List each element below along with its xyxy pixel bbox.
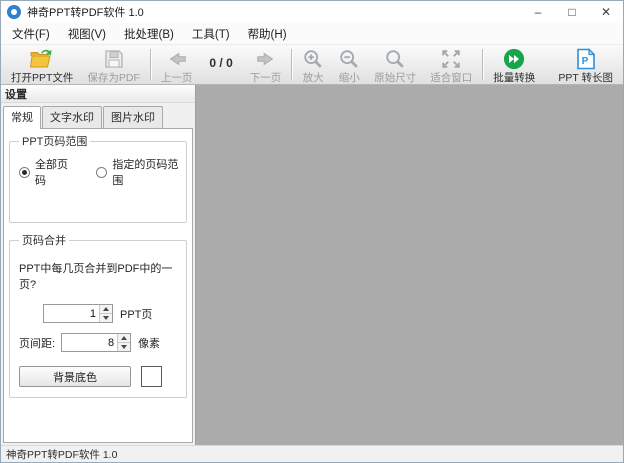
background-color-row: 背景底色 (19, 366, 179, 387)
page-merge-legend: 页码合并 (22, 235, 66, 247)
page-spacing-label: 页间距: (19, 337, 56, 350)
spacing-unit-label: 像素 (138, 337, 161, 350)
pages-per-sheet-spinner (43, 304, 113, 323)
page-spacing-input[interactable] (62, 334, 118, 351)
spin-up-icon (121, 336, 128, 340)
menu-file[interactable]: 文件(F) (3, 23, 59, 44)
toolbar-separator (291, 49, 293, 80)
original-size-label: 原始尺寸 (374, 72, 417, 84)
ppt-long-image-label: PPT 转长图 (558, 72, 613, 84)
menu-tools[interactable]: 工具(T) (183, 23, 239, 44)
page-range-group: PPT页码范围 全部页码 指定的页码范围 (9, 133, 187, 223)
radio-specified-range-label: 指定的页码范围 (112, 159, 179, 187)
close-icon: ✕ (600, 5, 612, 19)
svg-text:P: P (581, 56, 588, 67)
tab-content-general: PPT页码范围 全部页码 指定的页码范围 页码合并 PPT中每几页合并到PDF中… (3, 128, 193, 443)
batch-convert-icon (503, 48, 525, 70)
spin-down-button[interactable] (118, 342, 131, 351)
zoom-in-label: 放大 (302, 72, 324, 84)
save-pdf-button[interactable]: 保存为PDF (80, 45, 147, 84)
toolbar-separator (482, 49, 484, 80)
status-text: 神奇PPT转PDF软件 1.0 (6, 449, 118, 461)
zoom-in-button[interactable]: 放大 (295, 45, 331, 84)
spin-up-button[interactable] (100, 305, 112, 313)
batch-convert-button[interactable]: 批量转换 (486, 45, 542, 84)
main-area: 设置 常规 文字水印 图片水印 PPT页码范围 全部页码 指定的页码范围 页码合… (1, 85, 623, 445)
radio-checked-icon (19, 166, 30, 178)
zoom-out-icon (338, 48, 360, 70)
next-page-button[interactable]: 下一页 (243, 45, 289, 84)
fit-window-button[interactable]: 适合窗口 (423, 45, 479, 84)
page-merge-group: 页码合并 PPT中每几页合并到PDF中的一页? PPT页 (9, 232, 187, 398)
maximize-button[interactable]: □ (555, 1, 589, 23)
spin-up-icon (103, 307, 109, 311)
open-ppt-button[interactable]: 打开PPT文件 (4, 45, 80, 84)
zoom-out-button[interactable]: 缩小 (331, 45, 367, 84)
merge-question-label: PPT中每几页合并到PDF中的一页? (19, 263, 173, 291)
tab-text-watermark[interactable]: 文字水印 (42, 106, 102, 128)
ppt-to-long-image-button[interactable]: P PPT 转长图 (551, 45, 620, 84)
settings-tabs: 常规 文字水印 图片水印 (1, 103, 195, 129)
page-range-legend: PPT页码范围 (22, 136, 88, 148)
page-spacing-row: 页间距: 像素 (19, 333, 179, 352)
radio-unchecked-icon (96, 166, 108, 178)
app-icon (7, 5, 21, 19)
radio-all-pages[interactable]: 全部页码 (19, 156, 72, 188)
maximize-icon: □ (568, 5, 576, 19)
tab-general[interactable]: 常规 (3, 106, 41, 129)
page-counter: 0 / 0 (209, 56, 233, 70)
open-ppt-label: 打开PPT文件 (11, 72, 74, 84)
zoom-in-icon (302, 48, 324, 70)
pages-per-sheet-row: PPT页 (43, 304, 179, 323)
background-color-button[interactable]: 背景底色 (19, 366, 131, 387)
prev-page-label: 上一页 (160, 72, 193, 84)
menu-view[interactable]: 视图(V) (59, 23, 115, 44)
fit-window-icon (440, 48, 462, 70)
radio-specified-range[interactable]: 指定的页码范围 (96, 156, 179, 188)
settings-panel-title: 设置 (1, 85, 195, 103)
status-bar: 神奇PPT转PDF软件 1.0 (1, 445, 623, 462)
fit-window-label: 适合窗口 (430, 72, 473, 84)
menu-help[interactable]: 帮助(H) (239, 23, 296, 44)
spin-down-button[interactable] (100, 313, 112, 322)
menu-bar: 文件(F) 视图(V) 批处理(B) 工具(T) 帮助(H) (1, 23, 623, 45)
next-page-label: 下一页 (249, 72, 282, 84)
save-pdf-label: 保存为PDF (87, 72, 140, 84)
minimize-button[interactable]: – (521, 1, 555, 23)
spinner-buttons (99, 305, 112, 322)
pages-unit-label: PPT页 (120, 308, 153, 321)
toolbar-separator (149, 49, 151, 80)
zoom-out-label: 缩小 (338, 72, 360, 84)
menu-batch[interactable]: 批处理(B) (115, 23, 183, 44)
toolbar: 打开PPT文件 保存为PDF 上一页 0 / 0 下一页 放大 缩小 原始尺寸 … (1, 45, 623, 85)
ppt-long-image-icon: P (576, 48, 596, 70)
spinner-buttons (117, 334, 131, 351)
pages-per-sheet-input[interactable] (44, 305, 99, 322)
save-floppy-icon (103, 48, 125, 70)
original-size-icon (384, 48, 406, 70)
app-window: 神奇PPT转PDF软件 1.0 – □ ✕ 文件(F) 视图(V) 批处理(B)… (0, 0, 624, 463)
background-color-swatch[interactable] (141, 366, 162, 387)
arrow-right-icon (255, 48, 277, 70)
spin-down-icon (103, 316, 109, 320)
page-spacing-spinner (61, 333, 132, 352)
batch-convert-label: 批量转换 (493, 72, 536, 84)
document-viewer[interactable] (196, 85, 623, 445)
minimize-icon: – (534, 5, 542, 19)
settings-panel: 设置 常规 文字水印 图片水印 PPT页码范围 全部页码 指定的页码范围 页码合… (1, 85, 196, 445)
arrow-left-icon (166, 48, 188, 70)
window-title: 神奇PPT转PDF软件 1.0 (27, 7, 144, 19)
prev-page-button[interactable]: 上一页 (154, 45, 200, 84)
close-button[interactable]: ✕ (589, 1, 623, 23)
tab-image-watermark[interactable]: 图片水印 (103, 106, 163, 128)
radio-all-pages-label: 全部页码 (35, 159, 68, 187)
title-bar: 神奇PPT转PDF软件 1.0 – □ ✕ (1, 1, 623, 23)
spin-up-button[interactable] (118, 334, 131, 342)
window-controls: – □ ✕ (521, 1, 623, 23)
spin-down-icon (121, 345, 128, 349)
open-folder-icon (29, 48, 55, 70)
original-size-button[interactable]: 原始尺寸 (367, 45, 423, 84)
